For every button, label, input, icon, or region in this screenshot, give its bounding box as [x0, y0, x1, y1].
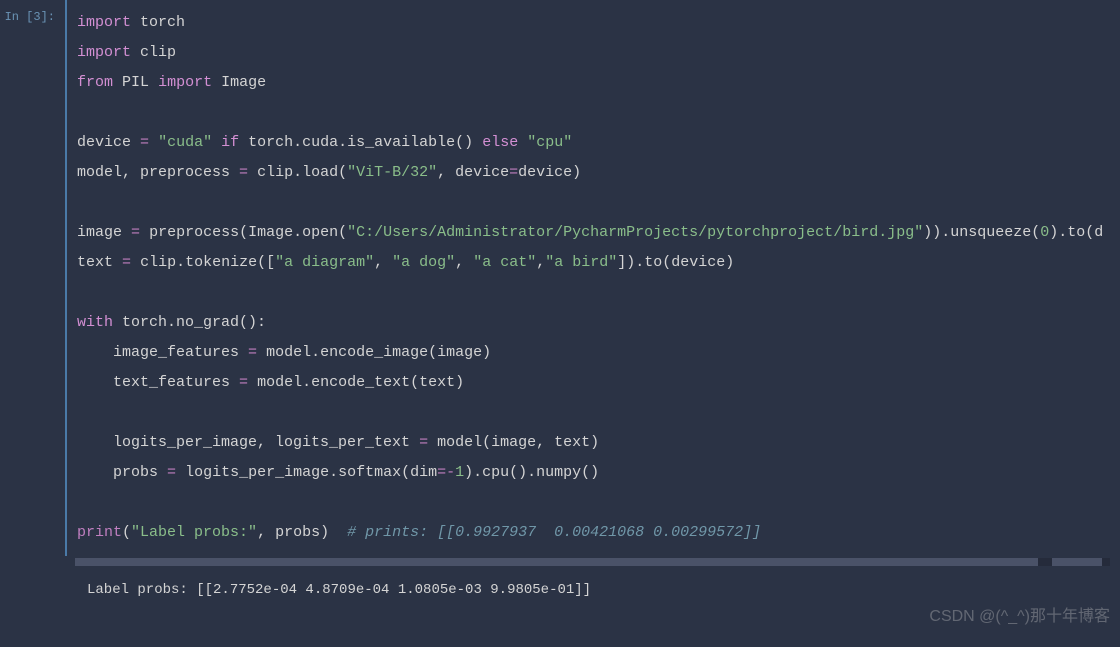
args-probs: , probs): [257, 524, 347, 541]
output-prompt: [0, 568, 65, 613]
cell-prompt: In [3]:: [0, 0, 65, 556]
var-text: text: [77, 254, 113, 271]
scrollbar-row: [0, 556, 1120, 568]
code-content[interactable]: import torch import clip from PIL import…: [77, 8, 1110, 548]
operator: =: [419, 434, 428, 451]
class-image: Image: [221, 74, 266, 91]
module-pil: PIL: [122, 74, 149, 91]
string-bird: "a bird": [545, 254, 617, 271]
call-clip-load: clip.load(: [257, 164, 347, 181]
call-tokenize: clip.tokenize([: [140, 254, 275, 271]
operator: =: [248, 344, 257, 361]
var-text-features: text_features: [77, 374, 230, 391]
string-dog: "a dog": [392, 254, 455, 271]
operator: =: [131, 224, 140, 241]
paren: (: [122, 524, 131, 541]
keyword-with: with: [77, 314, 113, 331]
call-encode-text: model.encode_text(text): [257, 374, 464, 391]
operator: =: [509, 164, 518, 181]
var-device: device: [77, 134, 131, 151]
comma: ,: [536, 254, 545, 271]
string-cpu: "cpu": [527, 134, 572, 151]
operator: =: [239, 374, 248, 391]
operator: =: [239, 164, 248, 181]
code-editor[interactable]: import torch import clip from PIL import…: [65, 0, 1120, 556]
empty-prompt: [0, 556, 65, 568]
scrollbar-thumb-right[interactable]: [1052, 558, 1102, 566]
call-preprocess: preprocess(Image.open(: [149, 224, 347, 241]
scrollbar-thumb[interactable]: [75, 558, 1038, 566]
expr-cond: torch.cuda.is_available(): [248, 134, 473, 151]
call-softmax: logits_per_image.softmax(dim: [185, 464, 437, 481]
operator: =: [122, 254, 131, 271]
code-cell: In [3]: import torch import clip from PI…: [0, 0, 1120, 556]
string-vit: "ViT-B/32": [347, 164, 437, 181]
number-zero: 0: [1040, 224, 1049, 241]
string-cuda: "cuda": [158, 134, 212, 151]
call-unsqueeze: )).unsqueeze(: [923, 224, 1040, 241]
call-encode-image: model.encode_image(image): [266, 344, 491, 361]
var-probs: probs: [77, 464, 158, 481]
comma: ,: [455, 254, 464, 271]
keyword-else: else: [482, 134, 518, 151]
module-clip: clip: [140, 44, 176, 61]
builtin-print: print: [77, 524, 122, 541]
call-model: model(image, text): [437, 434, 599, 451]
comma: ,: [374, 254, 383, 271]
output-cell: Label probs: [[2.7752e-04 4.8709e-04 1.0…: [0, 568, 1120, 613]
vars-logits: logits_per_image, logits_per_text: [77, 434, 410, 451]
call-numpy: ).cpu().numpy(): [464, 464, 599, 481]
notebook-container: In [3]: import torch import clip from PI…: [0, 0, 1120, 613]
call-to-device: ]).to(device): [617, 254, 734, 271]
string-path: "C:/Users/Administrator/PycharmProjects/…: [347, 224, 923, 241]
kwarg-device: , device: [437, 164, 509, 181]
string-diagram: "a diagram": [275, 254, 374, 271]
module-torch: torch: [140, 14, 185, 31]
keyword-from: from: [77, 74, 113, 91]
var-image: image: [77, 224, 122, 241]
operator: =: [167, 464, 176, 481]
call-no-grad: torch.no_grad():: [122, 314, 266, 331]
operator: =: [140, 134, 149, 151]
keyword-import: import: [158, 74, 212, 91]
operator: =-: [437, 464, 455, 481]
comment: # prints: [[0.9927937 0.00421068 0.00299…: [347, 524, 761, 541]
keyword-if: if: [221, 134, 239, 151]
number-one: 1: [455, 464, 464, 481]
arg-device: device): [518, 164, 581, 181]
string-cat: "a cat": [473, 254, 536, 271]
horizontal-scrollbar[interactable]: [75, 558, 1110, 566]
keyword-import: import: [77, 44, 131, 61]
string-label: "Label probs:": [131, 524, 257, 541]
cell-output: Label probs: [[2.7752e-04 4.8709e-04 1.0…: [65, 568, 601, 613]
var-image-features: image_features: [77, 344, 239, 361]
call-to: ).to(d: [1049, 224, 1103, 241]
vars-model: model, preprocess: [77, 164, 230, 181]
keyword-import: import: [77, 14, 131, 31]
